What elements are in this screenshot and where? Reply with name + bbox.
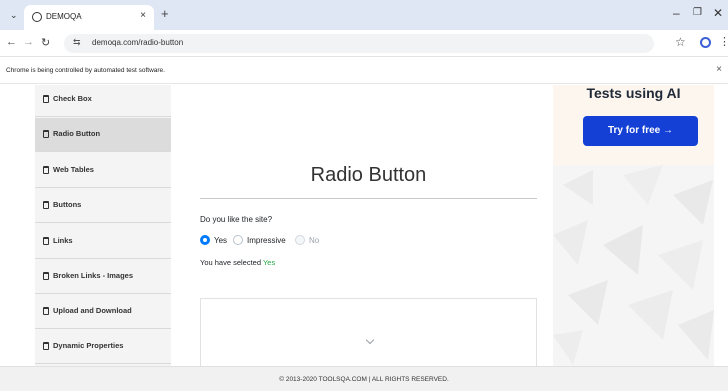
menu-item-icon — [43, 307, 49, 315]
footer-text: © 2013-2020 TOOLSQA.COM | ALL RIGHTS RES… — [279, 376, 449, 383]
new-tab-icon[interactable]: + — [161, 6, 169, 21]
radio-question: Do you like the site? — [200, 215, 273, 224]
minimize-icon[interactable]: – — [673, 6, 680, 20]
radio-no — [295, 235, 305, 245]
automation-infobar: Chrome is being controlled by automated … — [0, 58, 728, 84]
menu-item-icon — [43, 166, 49, 174]
menu-item-icon — [43, 342, 49, 350]
sidebar-item-label: Check Box — [53, 94, 92, 103]
chevron-down-icon[interactable] — [365, 335, 375, 345]
site-info-icon[interactable]: ⇆ — [73, 37, 81, 48]
sidebar-item-radio-button[interactable]: Radio Button — [35, 118, 171, 152]
sidebar-item-label: Links — [53, 236, 73, 245]
more-icon[interactable]: ⋮ — [719, 35, 728, 48]
result-value: Yes — [262, 258, 276, 267]
promo-pattern — [553, 165, 714, 366]
ad-frame — [200, 298, 537, 366]
radio-yes-label[interactable]: Yes — [214, 236, 227, 245]
infobar-text: Chrome is being controlled by automated … — [6, 67, 165, 74]
menu-item-icon — [43, 201, 49, 209]
forward-icon[interactable]: → — [23, 36, 34, 48]
page-title: Radio Button — [310, 164, 427, 186]
address-bar: ← → ↻ ⇆ demoqa.com/radio-button ☆ ⋮ — [0, 30, 728, 57]
browser-tab-bar: ⌄ DEMOQA × + – ❐ ✕ — [0, 0, 728, 30]
window-close-icon[interactable]: ✕ — [713, 6, 723, 20]
sidebar-item-buttons[interactable]: Buttons — [35, 189, 171, 223]
star-icon[interactable]: ☆ — [675, 35, 686, 49]
menu-item-icon — [43, 272, 49, 280]
url-text[interactable]: demoqa.com/radio-button — [92, 38, 183, 47]
sidebar-item-upload-download[interactable]: Upload and Download — [35, 295, 171, 329]
tab-search-icon[interactable]: ⌄ — [10, 10, 18, 21]
sidebar-item-label: Upload and Download — [53, 306, 132, 315]
profile-icon[interactable] — [700, 37, 711, 48]
title-divider — [200, 198, 537, 199]
back-icon[interactable]: ← — [6, 36, 17, 48]
radio-impressive-label[interactable]: Impressive — [247, 236, 286, 245]
sidebar-item-dynamic-properties[interactable]: Dynamic Properties — [35, 330, 171, 364]
result-prefix: You have selected — [200, 258, 262, 267]
radio-impressive[interactable] — [233, 235, 243, 245]
sidebar-item-label: Dynamic Properties — [53, 341, 124, 350]
menu-item-icon — [43, 95, 49, 103]
page-viewport: Check Box Radio Button Web Tables Button… — [0, 85, 728, 366]
sidebar-menu: Check Box Radio Button Web Tables Button… — [35, 85, 171, 366]
tab-close-icon[interactable]: × — [140, 10, 146, 21]
selection-result: You have selected Yes — [200, 258, 275, 267]
sidebar-item-links[interactable]: Links — [35, 225, 171, 259]
sidebar-item-web-tables[interactable]: Web Tables — [35, 154, 171, 188]
sidebar-item-check-box[interactable]: Check Box — [35, 85, 171, 117]
reload-icon[interactable]: ↻ — [41, 36, 50, 49]
sidebar-item-label: Web Tables — [53, 165, 94, 174]
favicon-icon — [32, 12, 42, 22]
try-for-free-button[interactable]: Try for free → — [583, 116, 698, 146]
menu-item-icon — [43, 237, 49, 245]
page-footer: © 2013-2020 TOOLSQA.COM | ALL RIGHTS RES… — [0, 366, 728, 391]
url-field[interactable]: ⇆ demoqa.com/radio-button — [64, 34, 654, 53]
menu-item-icon — [43, 130, 49, 138]
radio-yes[interactable] — [200, 235, 210, 245]
sidebar-item-label: Broken Links - Images — [53, 271, 134, 280]
tab-title: DEMOQA — [46, 12, 82, 21]
maximize-icon[interactable]: ❐ — [693, 7, 702, 18]
infobar-close-icon[interactable]: × — [716, 64, 722, 75]
radio-no-label: No — [309, 236, 320, 245]
promo-banner: Tests using AI Try for free → — [553, 85, 714, 366]
sidebar-item-label: Radio Button — [53, 129, 101, 138]
sidebar-item-broken-links[interactable]: Broken Links - Images — [35, 260, 171, 294]
browser-tab[interactable]: DEMOQA × — [24, 5, 154, 30]
promo-heading: Tests using AI — [586, 85, 681, 101]
sidebar-item-label: Buttons — [53, 200, 82, 209]
